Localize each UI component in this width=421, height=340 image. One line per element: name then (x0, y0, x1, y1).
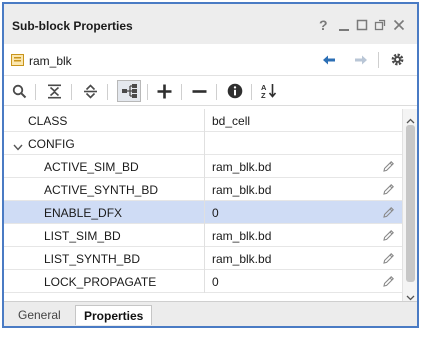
pencil-icon[interactable] (382, 229, 395, 245)
forward-arrow-icon[interactable] (354, 54, 368, 69)
property-name: LOCK_PROPAGATE (44, 275, 157, 289)
close-icon[interactable] (393, 18, 405, 32)
property-name: ENABLE_DFX (44, 206, 123, 220)
sub-block-properties-panel: Sub-block Properties ? ram_blk A Z CLASS… (2, 2, 419, 328)
panel-tabs: General Properties (4, 301, 417, 326)
column-divider (204, 178, 205, 201)
chevron-down-icon[interactable] (13, 140, 23, 154)
block-design-icon (11, 54, 24, 69)
sort-alpha-icon[interactable]: AZ (261, 82, 277, 103)
property-row-enable-dfx[interactable]: ENABLE_DFX 0 (4, 201, 402, 224)
float-icon[interactable] (374, 18, 386, 32)
property-row-active-sim-bd[interactable]: ACTIVE_SIM_BD ram_blk.bd (4, 155, 402, 178)
column-divider (204, 132, 205, 155)
page-background (0, 332, 421, 340)
pencil-icon[interactable] (382, 206, 395, 222)
toolbar-separator (147, 84, 148, 100)
column-divider (204, 109, 205, 132)
toolbar-separator (71, 84, 72, 100)
back-arrow-icon[interactable] (322, 54, 336, 69)
group-by-category-icon[interactable] (122, 84, 137, 101)
object-name: ram_blk (29, 54, 72, 68)
toolbar-separator (181, 84, 182, 100)
property-value[interactable]: 0 (212, 206, 219, 220)
toolbar-separator (216, 84, 217, 100)
scrollbar-thumb[interactable] (406, 125, 415, 282)
add-icon[interactable] (157, 84, 172, 102)
property-row-lock-propagate[interactable]: LOCK_PROPAGATE 0 (4, 270, 402, 293)
pencil-icon[interactable] (382, 275, 395, 291)
object-header: ram_blk (4, 44, 417, 76)
pencil-icon[interactable] (382, 252, 395, 268)
property-name: CLASS (28, 114, 68, 128)
info-icon[interactable] (227, 83, 243, 102)
property-name: ACTIVE_SYNTH_BD (44, 183, 159, 197)
column-divider (204, 155, 205, 178)
toolbar-separator (378, 52, 379, 68)
properties-toolbar: AZ (4, 76, 417, 106)
tab-properties[interactable]: Properties (75, 305, 153, 325)
gear-icon[interactable] (390, 52, 405, 70)
property-table: CLASS bd_cell CONFIG ACTIVE_SIM_BD ram_b… (4, 109, 402, 301)
property-group-config[interactable]: CONFIG (4, 132, 402, 155)
property-name: LIST_SYNTH_BD (44, 252, 141, 266)
remove-icon[interactable] (192, 84, 207, 102)
pencil-icon[interactable] (382, 183, 395, 199)
property-value: bd_cell (212, 114, 251, 128)
property-value[interactable]: ram_blk.bd (212, 252, 271, 266)
question-icon[interactable]: ? (318, 17, 330, 33)
toolbar-separator (251, 84, 252, 100)
column-divider (204, 201, 205, 224)
property-value[interactable]: ram_blk.bd (212, 229, 271, 243)
property-row-class[interactable]: CLASS bd_cell (4, 109, 402, 132)
property-value[interactable]: ram_blk.bd (212, 160, 271, 174)
toolbar-separator (35, 84, 36, 100)
property-name: LIST_SIM_BD (44, 229, 121, 243)
property-row-active-synth-bd[interactable]: ACTIVE_SYNTH_BD ram_blk.bd (4, 178, 402, 201)
column-divider (204, 224, 205, 247)
expand-all-icon[interactable] (84, 84, 97, 102)
minimize-icon[interactable] (338, 18, 350, 32)
vertical-scrollbar[interactable] (402, 109, 417, 301)
property-value[interactable]: ram_blk.bd (212, 183, 271, 197)
column-divider (204, 247, 205, 270)
panel-title: Sub-block Properties (12, 19, 133, 33)
collapse-all-icon[interactable] (48, 84, 61, 102)
toolbar-separator (107, 84, 108, 100)
svg-text:Z: Z (261, 91, 266, 100)
group-name: CONFIG (28, 137, 75, 151)
title-bar: Sub-block Properties ? (4, 4, 417, 44)
column-divider (204, 270, 205, 293)
tab-general[interactable]: General (10, 305, 69, 325)
svg-text:?: ? (319, 18, 328, 32)
maximize-icon[interactable] (356, 18, 368, 32)
pencil-icon[interactable] (382, 160, 395, 176)
property-value[interactable]: 0 (212, 275, 219, 289)
property-row-list-synth-bd[interactable]: LIST_SYNTH_BD ram_blk.bd (4, 247, 402, 270)
property-row-list-sim-bd[interactable]: LIST_SIM_BD ram_blk.bd (4, 224, 402, 247)
property-name: ACTIVE_SIM_BD (44, 160, 139, 174)
search-icon[interactable] (12, 84, 27, 102)
